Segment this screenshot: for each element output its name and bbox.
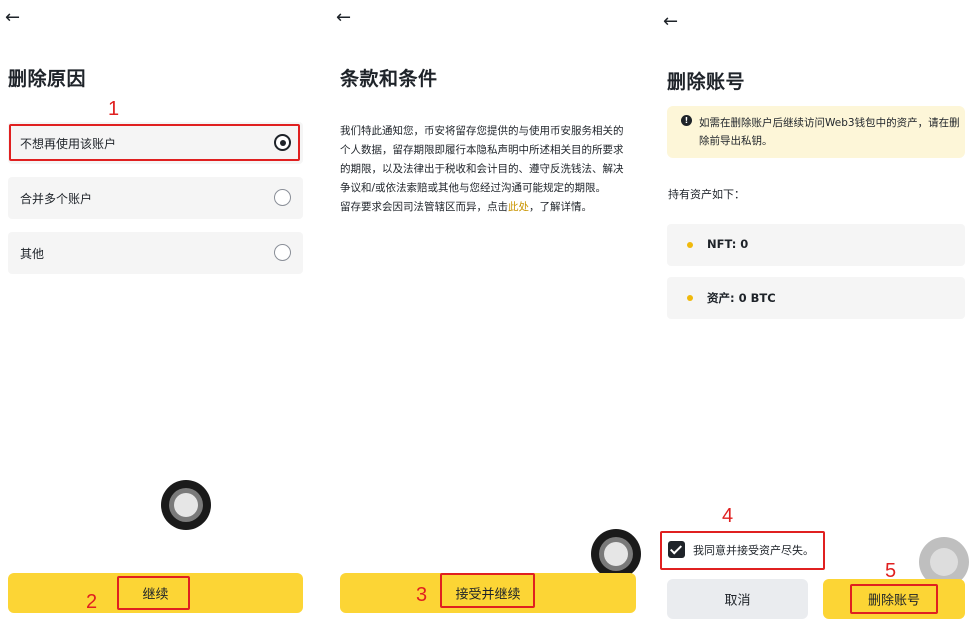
delete-account-button[interactable]: 删除账号	[823, 579, 965, 619]
touch-indicator-icon	[591, 529, 641, 579]
delete-account-screen: ← 删除账号 ! 如需在删除账户后继续访问Web3钱包中的资产，请在删除前导出私…	[655, 0, 972, 622]
reason-option-label: 不想再使用该账户	[20, 137, 117, 151]
back-arrow-icon[interactable]: ←	[336, 8, 351, 28]
accept-continue-button[interactable]: 接受并继续	[340, 573, 636, 613]
page-title: 删除原因	[8, 68, 87, 90]
back-arrow-icon[interactable]: ←	[5, 8, 20, 28]
radio-selected-icon[interactable]	[274, 134, 291, 151]
details-link[interactable]: 此处	[508, 201, 529, 213]
radio-unselected-icon[interactable]	[274, 189, 291, 206]
asset-value: NFT: 0	[707, 237, 749, 251]
retention-prefix: 留存要求会因司法管辖区而异，点击	[340, 201, 508, 213]
private-key-notice: ! 如需在删除账户后继续访问Web3钱包中的资产，请在删除前导出私钥。	[667, 106, 965, 158]
accept-continue-button-label: 接受并继续	[455, 587, 521, 603]
agree-label[interactable]: 我同意并接受资产尽失。	[693, 542, 814, 558]
bullet-dot-icon	[687, 242, 693, 248]
step-marker-4: 4	[722, 505, 734, 527]
retention-line: 留存要求会因司法管辖区而异，点击此处，了解详情。	[340, 198, 632, 217]
asset-value: 资产: 0 BTC	[707, 291, 776, 305]
continue-button[interactable]: 继续	[8, 573, 303, 613]
bullet-dot-icon	[687, 295, 693, 301]
notice-text: 如需在删除账户后继续访问Web3钱包中的资产，请在删除前导出私钥。	[699, 117, 960, 147]
touch-indicator-icon	[161, 480, 211, 530]
asset-row-btc: 资产: 0 BTC	[667, 277, 965, 319]
terms-body: 我们特此通知您，币安将留存您提供的与使用币安服务相关的个人数据，留存期限即履行本…	[340, 122, 632, 217]
terms-paragraph: 我们特此通知您，币安将留存您提供的与使用币安服务相关的个人数据，留存期限即履行本…	[340, 125, 624, 194]
back-arrow-icon[interactable]: ←	[663, 12, 678, 32]
step-marker-1: 1	[108, 98, 120, 120]
assets-heading: 持有资产如下：	[668, 188, 745, 201]
page-title: 条款和条件	[340, 68, 438, 90]
step-marker-3: 3	[416, 584, 428, 606]
radio-unselected-icon[interactable]	[274, 244, 291, 261]
cancel-button-label: 取消	[724, 593, 751, 609]
retention-suffix: ，了解详情。	[529, 201, 592, 213]
asset-row-nft: NFT: 0	[667, 224, 965, 266]
delete-reason-screen: ← 删除原因 1 不想再使用该账户 合并多个账户 其他 继续 2	[0, 0, 318, 622]
page-title: 删除账号	[667, 71, 746, 93]
alert-icon: !	[681, 115, 692, 126]
terms-screen: ← 条款和条件 我们特此通知您，币安将留存您提供的与使用币安服务相关的个人数据，…	[327, 0, 645, 622]
step-marker-2: 2	[86, 591, 98, 613]
reason-option-other[interactable]: 其他	[8, 232, 303, 274]
reason-option-merge-accounts[interactable]: 合并多个账户	[8, 177, 303, 219]
reason-option-label: 合并多个账户	[20, 192, 93, 206]
reason-option-label: 其他	[20, 247, 45, 261]
cancel-button[interactable]: 取消	[667, 579, 808, 619]
agree-checkbox-checked-icon[interactable]	[668, 541, 685, 558]
reason-option-stop-using[interactable]: 不想再使用该账户	[8, 122, 303, 164]
delete-account-button-label: 删除账号	[867, 593, 920, 609]
continue-button-label: 继续	[142, 587, 169, 603]
